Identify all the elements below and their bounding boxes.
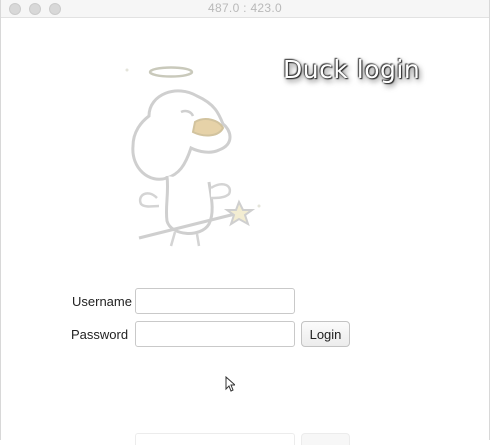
angel-duck-illustration [125,66,261,247]
username-field[interactable] [135,288,295,314]
faded-field-remnant [135,433,295,445]
page-title: Duck login [283,55,421,84]
faded-button-remnant [301,433,350,445]
mouse-cursor-icon [225,376,235,392]
username-label: Username [72,294,132,309]
password-field[interactable] [135,321,295,347]
app-window: 487.0 : 423.0 Duck login Username Passwo… [0,0,490,445]
password-label: Password [71,327,129,342]
login-button[interactable]: Login [301,321,350,347]
title-bar[interactable]: 487.0 : 423.0 [1,0,489,18]
window-title: 487.0 : 423.0 [208,1,282,15]
